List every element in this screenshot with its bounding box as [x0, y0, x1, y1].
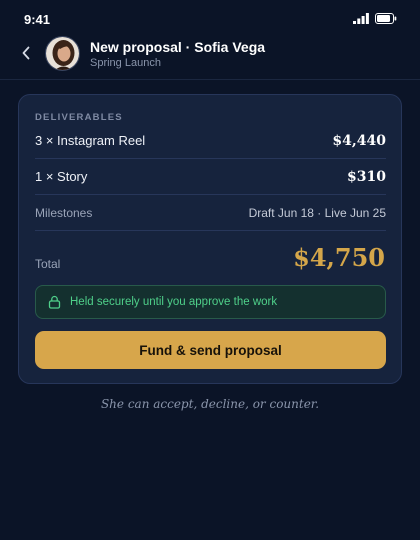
milestones-row: Milestones Draft Jun 18 · Live Jun 25	[35, 195, 386, 231]
milestones-value: Draft Jun 18 · Live Jun 25	[248, 205, 386, 220]
escrow-text: Held securely until you approve the work	[70, 296, 278, 308]
deliverable-price: $4,440	[332, 132, 386, 149]
avatar[interactable]	[45, 36, 80, 71]
status-time: 9:41	[24, 12, 51, 27]
deliverable-label: 1 × Story	[35, 169, 88, 184]
deliverable-price: $310	[347, 168, 386, 185]
back-button[interactable]	[14, 41, 38, 65]
deliverable-label: 3 × Instagram Reel	[35, 133, 146, 148]
avatar-photo	[46, 37, 79, 70]
footnote: She can accept, decline, or counter.	[100, 397, 320, 411]
section-label-deliverables: DELIVERABLES	[35, 112, 123, 123]
total-label: Total	[35, 257, 61, 271]
proposal-card: DELIVERABLES 3 × Instagram Reel $4,440 1…	[18, 94, 402, 384]
chevron-left-icon	[22, 46, 30, 60]
battery-icon	[375, 13, 397, 24]
deliverable-row: 1 × Story $310	[35, 159, 386, 195]
milestones-label: Milestones	[35, 205, 93, 220]
lock-icon	[48, 295, 61, 309]
header: New proposal · Sofia Vega Spring Launch	[0, 30, 420, 80]
page-title: New proposal · Sofia Vega	[90, 39, 266, 55]
page-subtitle: Spring Launch	[90, 57, 161, 69]
signal-icon	[353, 13, 369, 24]
escrow-note: Held securely until you approve the work	[35, 285, 386, 319]
deliverable-row: 3 × Instagram Reel $4,440	[35, 123, 386, 159]
fund-send-proposal-button[interactable]: Fund & send proposal	[35, 331, 386, 369]
total-value: $4,750	[293, 243, 385, 272]
